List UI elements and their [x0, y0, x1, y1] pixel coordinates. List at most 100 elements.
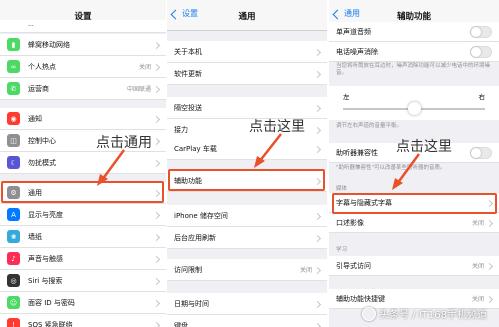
sidebar-item-label: 蜂窝移动网络 — [28, 40, 70, 49]
balance-slider-thumb[interactable] — [408, 102, 421, 115]
chevron-right-icon — [313, 126, 322, 134]
audio-description-value: 关闭 — [471, 220, 484, 227]
phone-noise-toggle[interactable] — [470, 45, 492, 58]
list-item-label: iPhone 储存空间 — [174, 211, 228, 220]
chevron-right-icon — [313, 48, 322, 56]
chevron-right-icon — [313, 322, 322, 327]
sidebar-item[interactable]: ♪ 声音与触感 — [0, 248, 166, 270]
sidebar-item[interactable]: ❀ 墙纸 — [0, 226, 166, 248]
moon-icon: ☾ — [7, 156, 20, 169]
list-item-label: 关于本机 — [174, 47, 202, 56]
chevron-right-icon — [152, 233, 161, 241]
sidebar-item-value: 关闭 — [138, 64, 151, 71]
slider-right-label: 右 — [478, 93, 486, 101]
sidebar-item-label: 通知 — [28, 114, 42, 123]
hotspot-icon: ∞ — [7, 60, 20, 73]
list-item[interactable]: 软件更新 — [167, 63, 327, 85]
watermark: 头条号 / IT168手机频道 — [362, 306, 487, 321]
accessibility-panel: 通用 辅助功能 单声道音频 电话噪声消除 当您将听筒放在耳边时，噪声消除功能可以… — [329, 0, 499, 327]
chevron-right-icon — [485, 295, 494, 303]
general-panel: 设置 通用 关于本机 软件更新 隔空投送 接力 CarPlay 车载 辅助功能 iPhone… — [167, 0, 327, 327]
sidebar-item-label: SOS 紧急联络 — [28, 320, 73, 327]
sidebar-item-label: 面容 ID 与密码 — [28, 298, 75, 307]
sidebar-item[interactable]: ◉ 通知 — [0, 108, 166, 130]
chevron-right-icon — [152, 299, 161, 307]
list-item[interactable]: ··· — [0, 20, 166, 33]
hearing-aid-label: 助听器兼容性 — [336, 148, 378, 157]
phone-noise-label: 电话噪声消除 — [336, 47, 378, 56]
sidebar-item-label: 声音与触感 — [28, 254, 63, 263]
display-icon: A — [7, 208, 20, 221]
sidebar-item[interactable]: ✆ 运营商 中国联通 — [0, 78, 166, 100]
cellular-icon: ▮ — [7, 38, 20, 51]
siri-icon: ◎ — [7, 274, 20, 287]
accessibility-row-highlight — [168, 169, 325, 191]
chevron-right-icon — [152, 211, 161, 219]
subtitles-row-highlight — [332, 193, 497, 214]
sidebar-item[interactable]: ☺ 面容 ID 与密码 — [0, 292, 166, 314]
mono-audio-row[interactable]: 单声道音频 — [329, 22, 499, 42]
list-item[interactable]: 关于本机 — [167, 41, 327, 63]
chevron-right-icon — [152, 159, 161, 167]
sidebar-item[interactable]: A 显示与亮度 — [0, 204, 166, 226]
list-item[interactable]: 访问限制 关闭 — [167, 259, 327, 281]
sidebar-item-label: 勿扰模式 — [28, 158, 56, 167]
list-item-label: 键盘 — [174, 321, 188, 327]
mono-audio-toggle[interactable] — [470, 25, 492, 38]
chevron-right-icon — [152, 63, 161, 71]
sos-icon: ! — [7, 318, 20, 327]
sidebar-item[interactable]: ! SOS 紧急联络 — [0, 314, 166, 327]
chevron-right-icon — [313, 104, 322, 112]
sidebar-item-label: 运营商 — [28, 84, 49, 93]
sidebar-item[interactable]: ∞ 个人热点 关闭 — [0, 56, 166, 78]
chevron-right-icon — [152, 115, 161, 123]
general-nav-bar: 设置 通用 — [167, 0, 327, 31]
settings-panel: 设置 ··· ▮ 蜂窝移动网络 ∞ 个人热点 关闭 ✆ 运营商 中国联通 ◉ 通知 ◫ 控制中心 ☾ 勿扰… — [0, 0, 166, 327]
chevron-right-icon — [313, 300, 322, 308]
list-item[interactable]: iPhone 储存空间 — [167, 205, 327, 227]
chevron-right-icon — [313, 70, 322, 78]
accessibility-shortcut-value: 关闭 — [471, 296, 484, 303]
chevron-right-icon — [313, 145, 322, 153]
sidebar-item-label: 墙纸 — [28, 232, 42, 241]
page-title: 辅助功能 — [396, 12, 431, 22]
list-item[interactable]: 键盘 — [167, 315, 327, 327]
control-center-icon: ◫ — [7, 134, 20, 147]
chevron-right-icon — [313, 212, 322, 220]
audio-description-row[interactable]: 口述影像 关闭 — [329, 213, 499, 233]
chevron-right-icon — [313, 234, 322, 242]
sidebar-item-label: 控制中心 — [28, 136, 56, 145]
sidebar-item[interactable]: ☾ 勿扰模式 — [0, 152, 166, 174]
page-title: 通用 — [238, 12, 256, 22]
guided-access-row[interactable]: 引导式访问 关闭 — [329, 256, 499, 276]
sidebar-item[interactable]: ◎ Siri 与搜索 — [0, 270, 166, 292]
balance-note: 调节左右声道的音量平衡。 — [336, 123, 403, 129]
chevron-right-icon — [485, 219, 494, 227]
list-item-label: CarPlay 车载 — [174, 144, 217, 153]
audio-description-label: 口述影像 — [336, 218, 364, 227]
noise-note: 当您将听筒放在耳边时，噪声消除功能可以减少电话中的环境噪音。 — [336, 63, 491, 76]
learning-section-header: 学习 — [336, 247, 348, 253]
watermark-text: 头条号 / IT168手机频道 — [379, 310, 487, 321]
sidebar-item-label: 显示与亮度 — [28, 210, 63, 219]
annotation-arrow — [97, 149, 126, 186]
guided-access-label: 引导式访问 — [336, 261, 371, 270]
sidebar-item-value: 中国联通 — [126, 86, 151, 93]
phone-noise-row[interactable]: 电话噪声消除 — [329, 42, 499, 62]
accessibility-shortcut-label: 辅助功能快捷键 — [336, 294, 385, 303]
annotation-arrow — [254, 133, 282, 168]
list-item[interactable]: 日期与时间 — [167, 293, 327, 315]
chevron-right-icon — [152, 137, 161, 145]
watermark-logo-icon — [362, 306, 377, 321]
notifications-icon: ◉ — [7, 112, 20, 125]
list-item[interactable]: CarPlay 车载 — [167, 138, 327, 160]
list-item-label: 接力 — [174, 125, 188, 134]
list-item[interactable]: 后台应用刷新 — [167, 227, 327, 249]
list-item-label: 隔空投送 — [174, 103, 202, 112]
list-item-value: 关闭 — [299, 267, 312, 274]
media-section-header: 媒体 — [336, 186, 348, 192]
hearing-aid-toggle[interactable] — [470, 146, 492, 159]
sidebar-item[interactable]: ▮ 蜂窝移动网络 — [0, 34, 166, 56]
sidebar-item-label: 个人热点 — [28, 62, 56, 71]
slider-left-label: 左 — [343, 93, 350, 101]
